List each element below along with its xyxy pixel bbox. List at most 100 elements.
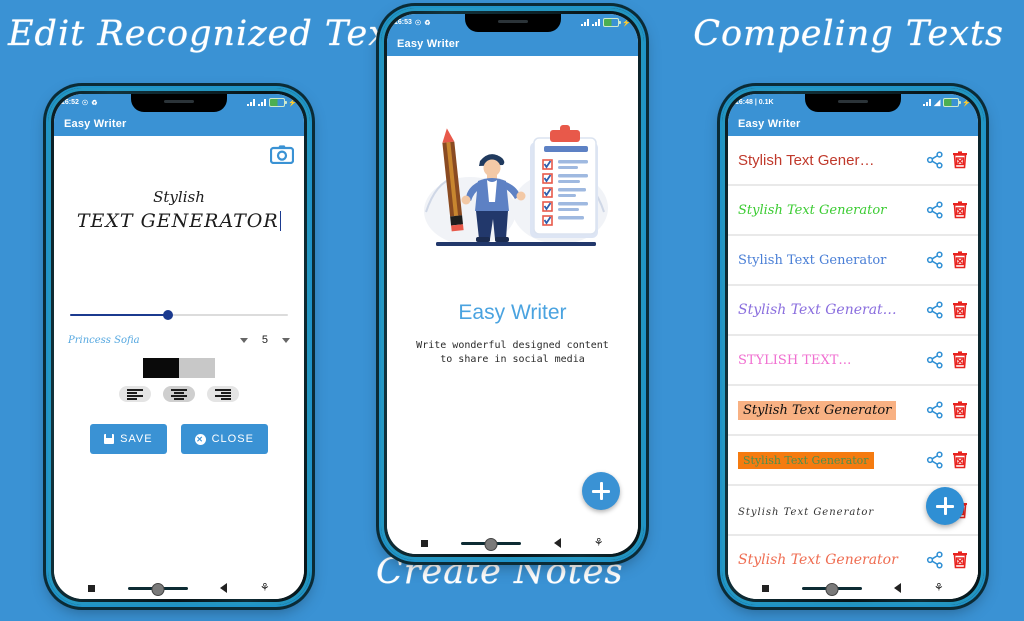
system-navigation-bar-2: ⚘: [387, 532, 638, 554]
charging-icon-2: ⚡: [622, 19, 631, 27]
screenshot-root: Edit Recognized Text Compeling Texts Cre…: [0, 0, 1024, 621]
list-item-text: Stylish Text Generator: [738, 400, 926, 420]
battery-icon: [269, 98, 288, 107]
add-text-fab[interactable]: [926, 487, 964, 525]
recent-apps-icon-3[interactable]: [762, 584, 770, 592]
list-item[interactable]: Stylish Text Generator: [728, 386, 978, 434]
share-icon[interactable]: [926, 301, 944, 319]
status-bar-3: 16:48 | 0.1K ◢ ⚡: [728, 94, 978, 112]
alignment-controls: [54, 386, 304, 402]
list-item-text: Stylish Text Gener…: [738, 151, 875, 169]
recent-apps-icon[interactable]: [88, 584, 96, 592]
delete-icon[interactable]: [952, 251, 968, 269]
list-item[interactable]: Stylish Text Generator: [728, 236, 978, 284]
share-icon[interactable]: [926, 451, 944, 469]
accessibility-icon-3[interactable]: ⚘: [934, 582, 944, 594]
preview-line-2: TEXT GENERATOR: [76, 210, 279, 232]
text-caret: [279, 211, 282, 231]
list-item-text: Stylish Text Generator: [738, 253, 887, 268]
phone-mockup-editor: 16:52 ☉ ♻ ⚡ Easy Writer Stylish TEXT GEN…: [48, 88, 310, 605]
foreground-color-swatch[interactable]: [143, 358, 179, 378]
app-bar: Easy Writer: [54, 111, 304, 136]
mute-icon: ♻: [91, 99, 98, 107]
list-item[interactable]: STYLISH TEXT…: [728, 336, 978, 384]
headline-edit-recognized-text: Edit Recognized Text: [8, 14, 405, 54]
close-button[interactable]: ✕ CLOSE: [180, 424, 268, 454]
list-item[interactable]: Stylish Text Generator: [728, 436, 978, 484]
list-item[interactable]: Stylish Text Generat…: [728, 286, 978, 334]
align-right-button[interactable]: [207, 386, 239, 402]
list-item[interactable]: Stylish Text Generator: [728, 186, 978, 234]
accessibility-icon[interactable]: ⚘: [260, 582, 270, 594]
earpiece-speaker: [164, 99, 194, 103]
editor-actions: SAVE ✕ CLOSE: [54, 424, 304, 454]
share-icon[interactable]: [926, 351, 944, 369]
status-time-3: 16:48 | 0.1K: [735, 99, 774, 106]
app-title: Easy Writer: [64, 117, 127, 130]
back-icon[interactable]: [220, 583, 228, 593]
font-family-select[interactable]: Princess Sofia: [68, 335, 140, 346]
list-item[interactable]: Stylish Text Gener…: [728, 136, 978, 184]
app-title-3: Easy Writer: [738, 117, 801, 130]
delete-icon[interactable]: [952, 451, 968, 469]
share-icon[interactable]: [926, 551, 944, 569]
accessibility-icon-2[interactable]: ⚘: [594, 537, 604, 549]
save-button[interactable]: SAVE: [90, 424, 167, 454]
add-note-fab[interactable]: [582, 472, 620, 510]
delete-icon[interactable]: [952, 551, 968, 569]
system-navigation-bar: ⚘: [54, 577, 304, 599]
notch-2: [464, 14, 561, 32]
share-icon[interactable]: [926, 151, 944, 169]
chevron-down-icon-size[interactable]: [282, 337, 290, 343]
delete-icon[interactable]: [952, 201, 968, 219]
size-slider[interactable]: [70, 308, 288, 322]
home-indicator-icon-2[interactable]: [461, 541, 522, 545]
signal-icon: [247, 99, 256, 106]
chevron-down-icon-font[interactable]: [239, 337, 248, 343]
list-body: Stylish Text Gener… Stylish Text Generato…: [728, 136, 978, 577]
font-size-select[interactable]: 5: [262, 334, 268, 346]
text-preview-canvas[interactable]: Stylish TEXT GENERATOR: [54, 188, 304, 232]
editor-body: Stylish TEXT GENERATOR Princess Sofia 5: [54, 136, 304, 577]
signal-icon-3: [581, 19, 590, 26]
notch: [131, 94, 227, 112]
camera-icon[interactable]: [269, 144, 295, 165]
status-bar-2: 16:53 ☉ ♻ ⚡: [387, 14, 638, 32]
wifi-icon: ◢: [934, 98, 941, 107]
back-icon-2[interactable]: [553, 538, 561, 548]
home-subtitle: Write wonderful designed content to share…: [416, 340, 609, 365]
delete-icon[interactable]: [952, 351, 968, 369]
slider-thumb[interactable]: [163, 310, 174, 320]
slider-track[interactable]: [70, 310, 288, 320]
list-item[interactable]: Stylish Text Generator: [728, 536, 978, 577]
align-left-button[interactable]: [119, 386, 151, 402]
charging-icon: ⚡: [288, 99, 297, 107]
share-icon[interactable]: [926, 201, 944, 219]
recent-apps-icon-2[interactable]: [421, 539, 429, 547]
signal-icon-2: [258, 99, 267, 106]
earpiece-speaker-3: [838, 99, 868, 103]
back-icon-3[interactable]: [894, 583, 902, 593]
onboarding-illustration: [387, 116, 638, 256]
preview-line-1: Stylish: [153, 188, 205, 206]
charging-icon-3: ⚡: [962, 99, 971, 107]
delete-icon[interactable]: [952, 401, 968, 419]
delete-icon[interactable]: [952, 301, 968, 319]
delete-icon[interactable]: [952, 151, 968, 169]
background-color-swatch[interactable]: [179, 358, 215, 378]
signal-icon-4: [592, 19, 601, 26]
phone-mockup-list: 16:48 | 0.1K ◢ ⚡ Easy Writer Stylish Tex…: [722, 88, 984, 605]
home-body: Easy Writer Write wonderful designed con…: [387, 56, 638, 532]
close-label: CLOSE: [211, 433, 254, 445]
color-swatches: [54, 358, 304, 378]
signal-icon-5: [923, 99, 932, 106]
battery-icon-3: [943, 98, 962, 107]
align-center-button[interactable]: [163, 386, 195, 402]
share-icon[interactable]: [926, 251, 944, 269]
share-icon[interactable]: [926, 401, 944, 419]
list-item-text: Stylish Text Generator: [738, 203, 887, 218]
home-indicator-icon-3[interactable]: [801, 586, 862, 590]
home-indicator-icon[interactable]: [127, 586, 188, 590]
status-bar: 16:52 ☉ ♻ ⚡: [54, 94, 304, 112]
alarm-icon-2: ☉: [414, 19, 422, 27]
